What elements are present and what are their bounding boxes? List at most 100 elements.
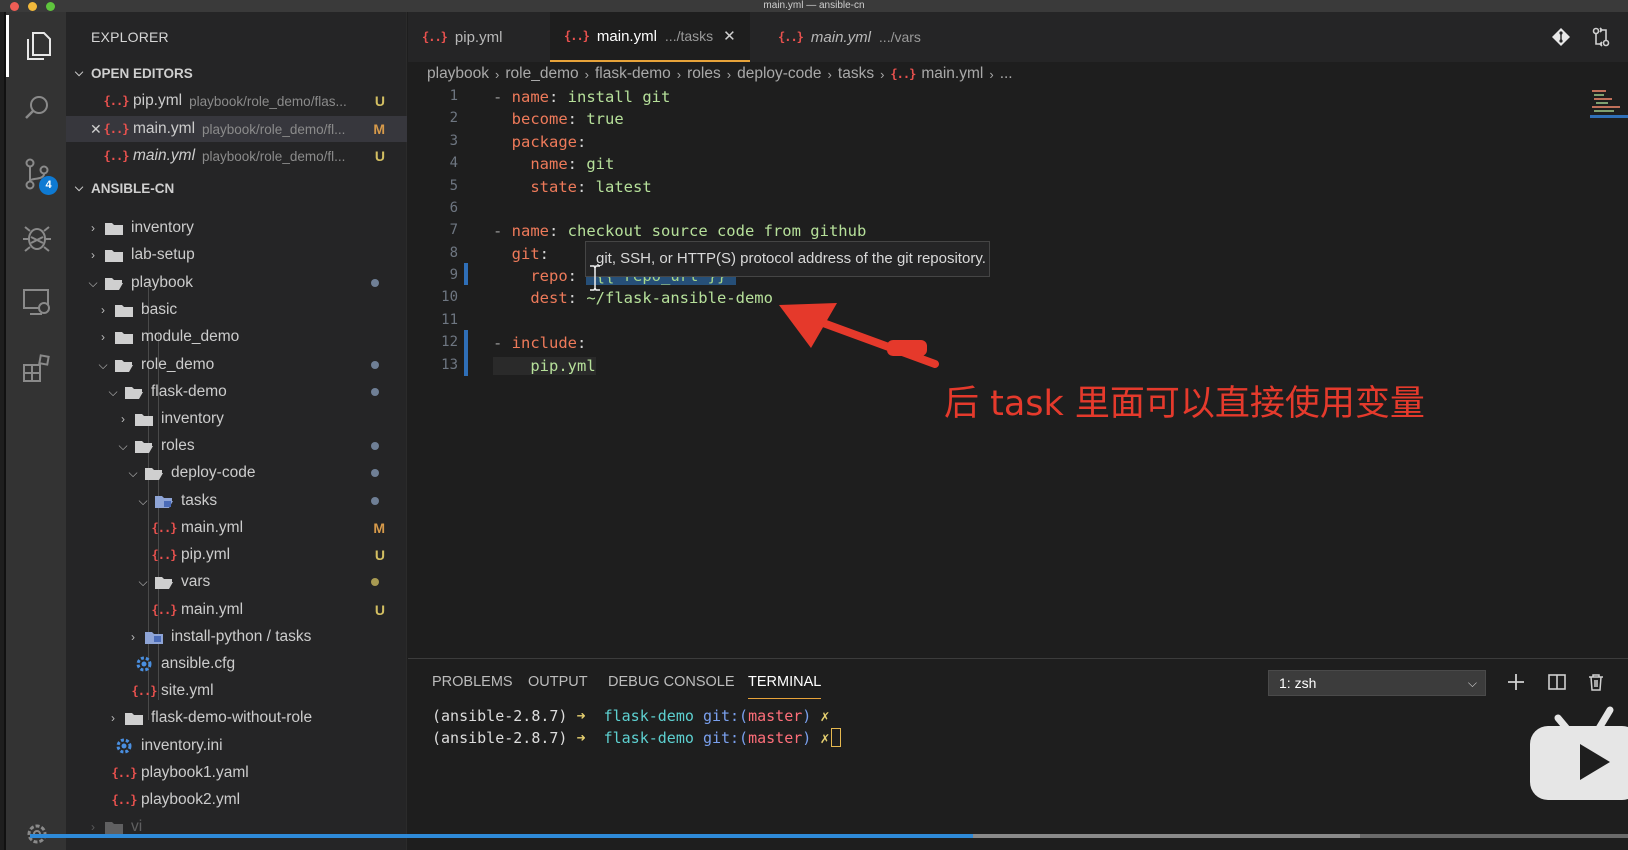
tree-file[interactable]: ansible.cfg xyxy=(66,651,407,677)
breadcrumb-item[interactable]: ... xyxy=(1000,65,1013,83)
new-terminal-button[interactable] xyxy=(1503,669,1529,695)
gear-file-icon xyxy=(113,738,135,754)
chevron-right-icon: › xyxy=(91,248,95,262)
breadcrumb-item[interactable]: role_demo xyxy=(505,65,578,83)
untracked-dot xyxy=(371,578,379,586)
breadcrumb-item[interactable]: roles xyxy=(687,65,721,83)
open-editor-item-active[interactable]: ✕ {..} main.yml playbook/role_demo/fl...… xyxy=(66,116,407,142)
yaml-file-icon: {..} xyxy=(131,684,158,698)
activity-remote-explorer[interactable] xyxy=(6,271,68,333)
breadcrumb-item[interactable]: main.yml xyxy=(921,65,983,83)
tree-label: site.yml xyxy=(161,682,214,699)
open-editors-label: OPEN EDITORS xyxy=(91,65,193,81)
tab-debug-console[interactable]: DEBUG CONSOLE xyxy=(608,674,735,698)
tab-label: main.yml xyxy=(596,27,657,45)
bilibili-play-watermark-icon xyxy=(1530,706,1628,800)
terminal-select[interactable]: 1: zsh ⌵ xyxy=(1268,670,1486,696)
tab-pip-yml[interactable]: {..} pip.yml xyxy=(408,12,516,62)
git-status-badge: U xyxy=(374,93,385,109)
search-icon xyxy=(25,96,48,119)
terminal-line: (ansible-2.8.7) ➜ flask-demo git:(master… xyxy=(432,707,830,725)
video-progress-bar[interactable] xyxy=(30,834,1628,838)
chevron-right-icon: › xyxy=(111,711,115,725)
git-diff-icon xyxy=(1552,28,1570,46)
folder-icon xyxy=(133,411,155,427)
activity-debug[interactable] xyxy=(6,206,68,268)
tab-main-yml-tasks[interactable]: {..} main.yml .../tasks ✕ xyxy=(550,12,750,62)
close-icon[interactable]: ✕ xyxy=(723,27,736,45)
tree-folder-open[interactable]: ⌵ flask-demo xyxy=(66,379,407,405)
activity-extensions[interactable] xyxy=(6,337,68,399)
code-editor[interactable]: 1 2 3 4 5 6 7 8 9 10 11 12 13 - name: in… xyxy=(408,88,1628,658)
tree-file[interactable]: {..} playbook2.yml xyxy=(66,787,407,813)
tree-file[interactable]: {..} pip.yml U xyxy=(66,542,407,568)
tab-problems[interactable]: PROBLEMS xyxy=(432,674,513,698)
tree-file[interactable]: inventory.ini xyxy=(66,733,407,759)
tree-folder-open[interactable]: ⌵ tasks xyxy=(66,488,407,514)
tree-file[interactable]: {..} site.yml xyxy=(66,678,407,704)
open-changes-button[interactable] xyxy=(1548,24,1574,50)
chevron-right-icon: › xyxy=(131,630,135,644)
line-number: 6 xyxy=(449,200,458,216)
line-number: 11 xyxy=(441,312,458,328)
open-editor-item[interactable]: {..} pip.yml playbook/role_demo/flas... … xyxy=(66,88,407,114)
activity-source-control[interactable]: 4 xyxy=(6,143,68,205)
compare-changes-button[interactable] xyxy=(1588,24,1614,50)
tree-file[interactable]: {..} main.yml M xyxy=(66,515,407,541)
tree-folder-open[interactable]: ⌵ vars xyxy=(66,569,407,595)
breadcrumb-item[interactable]: tasks xyxy=(838,65,874,83)
tree-folder[interactable]: › install-python / tasks xyxy=(66,624,407,650)
chevron-down-icon: ⌵ xyxy=(74,66,84,79)
line-number: 1 xyxy=(449,88,458,104)
breadcrumb-item[interactable]: playbook xyxy=(427,65,489,83)
tree-folder[interactable]: › flask-demo-without-role xyxy=(66,705,407,731)
video-progress-fill xyxy=(30,834,973,838)
chevron-down-icon: ⌵ xyxy=(138,493,148,508)
tab-terminal[interactable]: TERMINAL xyxy=(748,674,822,699)
explorer-sidebar: EXPLORER ⌵ OPEN EDITORS {..} pip.yml pla… xyxy=(66,12,407,850)
open-editors-section[interactable]: ⌵ OPEN EDITORS xyxy=(66,61,407,85)
sidebar-title: EXPLORER xyxy=(91,29,169,45)
folder-open-icon xyxy=(123,384,145,400)
tree-file[interactable]: {..} main.yml U xyxy=(66,597,407,623)
code-line: become: true xyxy=(511,110,624,128)
tree-label: module_demo xyxy=(141,328,240,345)
breadcrumb-item[interactable]: flask-demo xyxy=(595,65,671,83)
git-status-badge: U xyxy=(374,148,385,164)
plus-icon xyxy=(1508,674,1524,690)
tree-folder-open[interactable]: ⌵ deploy-code xyxy=(66,460,407,486)
tree-folder[interactable]: › module_demo xyxy=(66,324,407,350)
code-line: - include: xyxy=(493,334,587,352)
tree-folder[interactable]: › basic xyxy=(66,297,407,323)
close-icon[interactable]: ✕ xyxy=(90,121,102,138)
folder-open-icon xyxy=(133,438,155,454)
tab-output[interactable]: OUTPUT xyxy=(528,674,588,698)
breadcrumb: playbook › role_demo › flask-demo › roles › … xyxy=(427,62,1013,86)
tree-label: playbook1.yaml xyxy=(141,764,249,781)
tree-folder-open[interactable]: ⌵ role_demo xyxy=(66,352,407,378)
open-editor-name: main.yml xyxy=(133,147,196,164)
tree-folder[interactable]: › lab-setup xyxy=(66,242,407,268)
activity-bar: 4 xyxy=(4,12,66,850)
tree-file[interactable]: {..} playbook1.yaml xyxy=(66,760,407,786)
tree-folder-open[interactable]: ⌵ playbook xyxy=(66,270,407,296)
activity-search[interactable] xyxy=(6,77,68,139)
split-terminal-button[interactable] xyxy=(1544,669,1570,695)
open-editor-path: playbook/role_demo/fl... xyxy=(202,148,346,164)
folder-open-icon xyxy=(113,357,135,373)
minimap[interactable] xyxy=(1590,88,1628,128)
chevron-down-icon: ⌵ xyxy=(74,181,84,194)
kill-terminal-button[interactable] xyxy=(1583,669,1609,695)
tasks-folder-icon xyxy=(143,629,165,645)
activity-explorer[interactable] xyxy=(6,15,68,77)
workspace-section[interactable]: ⌵ ANSIBLE-CN xyxy=(66,176,407,200)
tree-folder[interactable]: › inventory xyxy=(66,215,407,241)
folder-open-icon xyxy=(103,275,125,291)
tab-main-yml-vars[interactable]: {..} main.yml .../vars xyxy=(764,12,935,62)
tree-folder-open[interactable]: ⌵ roles xyxy=(66,433,407,459)
breadcrumb-item[interactable]: deploy-code xyxy=(737,65,821,83)
tree-folder[interactable]: › inventory xyxy=(66,406,407,432)
tree-label: tasks xyxy=(181,492,218,509)
open-editor-item[interactable]: {..} main.yml playbook/role_demo/fl... U xyxy=(66,143,407,169)
tab-label: main.yml xyxy=(810,28,871,46)
